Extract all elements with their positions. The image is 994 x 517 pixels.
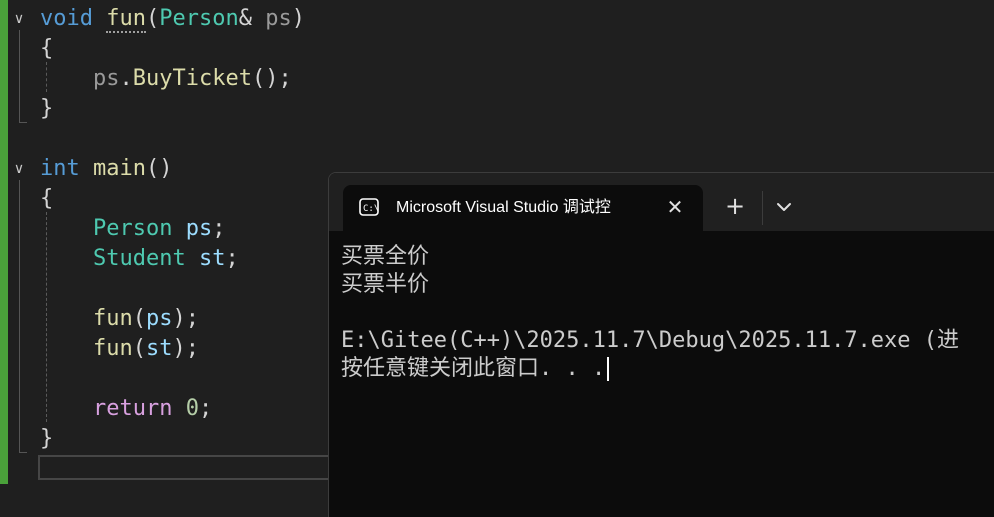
code-line-7[interactable]: { — [40, 184, 53, 214]
console-icon: C:\ — [359, 198, 379, 216]
type-name: Person — [92, 216, 173, 241]
code-line-14[interactable]: return 0; — [40, 394, 212, 424]
fold-guide-main-end — [19, 452, 27, 453]
paren: ( — [145, 6, 160, 31]
output-line-5: 按任意键关闭此窗口. . . — [341, 355, 610, 383]
type-name: Person — [159, 6, 239, 31]
toolbar-divider — [762, 191, 763, 225]
terminal-tab[interactable]: C:\ Microsoft Visual Studio 调试控 ✕ — [343, 185, 703, 231]
function-name: main — [93, 156, 146, 181]
tab-title: Microsoft Visual Studio 调试控 — [396, 199, 611, 216]
fold-guide-main — [19, 180, 20, 452]
fold-guide-fun-end — [19, 122, 27, 123]
function-call: fun — [92, 306, 133, 331]
semicolon: ; — [225, 246, 239, 271]
change-tracking-bar — [0, 0, 8, 484]
keyword-return: return — [92, 396, 173, 421]
parameter: ps — [265, 6, 292, 31]
fold-toggle-fun[interactable]: ∨ — [9, 9, 29, 29]
brace: } — [40, 426, 54, 451]
paren: ( — [132, 306, 146, 331]
method-name: BuyTicket — [132, 66, 252, 91]
paren: ( — [132, 336, 146, 361]
current-line-highlight — [38, 455, 338, 480]
argument: st — [145, 336, 173, 361]
output-line-1: 买票全价 — [341, 244, 430, 269]
variable: ps — [185, 216, 213, 241]
fold-toggle-main[interactable]: ∨ — [9, 159, 29, 179]
output-line-4: E:\Gitee(C++)\2025.11.7\Debug\2025.11.7.… — [341, 328, 960, 353]
debug-console-window[interactable]: C:\ Microsoft Visual Studio 调试控 ✕ + 买票全价… — [328, 172, 994, 517]
brace: { — [40, 186, 54, 211]
keyword: int — [40, 156, 80, 181]
brace: { — [40, 36, 54, 61]
paren: () — [145, 156, 173, 181]
paren: ); — [172, 306, 199, 331]
type-name: Student — [92, 246, 186, 271]
function-name[interactable]: fun — [106, 6, 146, 33]
svg-text:C:\: C:\ — [363, 204, 379, 214]
code-line-6[interactable]: int main() — [40, 154, 172, 184]
fold-guide-fun — [19, 30, 20, 122]
close-icon[interactable]: ✕ — [663, 195, 687, 219]
argument: ps — [145, 306, 173, 331]
semicolon: ; — [198, 396, 213, 421]
code-line-3[interactable]: ps.BuyTicket(); — [40, 64, 292, 94]
output-line-2: 买票半价 — [341, 272, 430, 297]
code-line-11[interactable]: fun(ps); — [40, 304, 199, 334]
semicolon: ; — [212, 216, 226, 241]
ampersand: & — [238, 6, 252, 31]
code-line-8[interactable]: Person ps; — [40, 214, 225, 244]
code-line-9[interactable]: Student st; — [40, 244, 239, 274]
keyword: void — [40, 6, 93, 31]
code-line-4[interactable]: } — [40, 94, 53, 124]
call-parens: (); — [251, 66, 292, 91]
chevron-down-icon[interactable] — [772, 195, 796, 219]
dot: . — [119, 66, 133, 91]
code-line-12[interactable]: fun(st); — [40, 334, 199, 364]
function-call: fun — [92, 336, 133, 361]
number-literal: 0 — [185, 396, 199, 421]
paren: ) — [291, 6, 305, 31]
variable: st — [198, 246, 226, 271]
brace: } — [40, 96, 54, 121]
code-line-2[interactable]: { — [40, 34, 53, 64]
code-line-1[interactable]: void fun(Person& ps) — [40, 4, 305, 34]
terminal-tab-bar: C:\ Microsoft Visual Studio 调试控 ✕ + — [329, 173, 994, 231]
new-tab-button[interactable]: + — [721, 193, 749, 221]
object: ps — [92, 66, 120, 91]
text-cursor — [607, 357, 610, 381]
code-line-15[interactable]: } — [40, 424, 53, 454]
prompt-text: 按任意键关闭此窗口. . . — [341, 356, 606, 381]
paren: ); — [172, 336, 199, 361]
